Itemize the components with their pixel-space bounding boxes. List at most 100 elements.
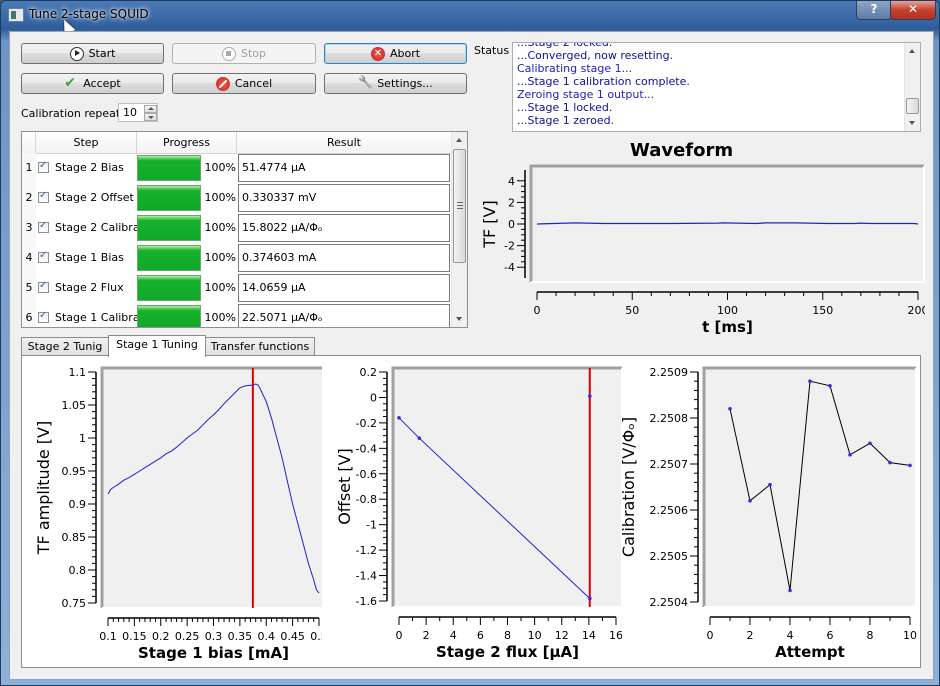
data-point bbox=[908, 463, 912, 468]
x-tick-label: 0 bbox=[396, 629, 403, 642]
stop-label: Stop bbox=[240, 47, 266, 60]
step-enabled-checkbox[interactable] bbox=[38, 250, 49, 263]
x-tick-label: 0.35 bbox=[228, 630, 253, 643]
result-field[interactable]: 14.0659 µA bbox=[238, 274, 450, 302]
status-line: Calibrating stage 1... bbox=[517, 62, 633, 75]
start-button[interactable]: Start bbox=[21, 43, 164, 64]
title-bar[interactable]: Tune 2-stage SQUID ? ✕ bbox=[1, 1, 939, 35]
progress-bar bbox=[137, 215, 201, 241]
data-point bbox=[808, 379, 812, 383]
app-icon bbox=[8, 8, 24, 22]
stop-icon bbox=[221, 46, 236, 61]
step-enabled-checkbox[interactable] bbox=[38, 190, 49, 203]
scroll-up-arrow-icon[interactable] bbox=[452, 132, 467, 148]
status-line: Zeroing stage 1 output... bbox=[517, 88, 655, 101]
table-row[interactable]: 1 Stage 2 Bias 100%51.4774 µA bbox=[22, 153, 452, 183]
y-tick-label: 0.8 bbox=[69, 564, 87, 577]
table-row[interactable]: 2 Stage 2 Offset V 100%0.330337 mV bbox=[22, 183, 452, 213]
progress-percent: 100% bbox=[204, 281, 236, 294]
row-number[interactable]: 1 bbox=[22, 153, 36, 183]
row-number[interactable]: 3 bbox=[22, 213, 36, 243]
calibration-repeats-value[interactable]: 10 bbox=[123, 106, 137, 119]
step-name: Stage 2 Bias bbox=[55, 161, 124, 174]
y-axis-label: Calibration [V/Φₒ] bbox=[619, 417, 638, 557]
x-tick-label: 200 bbox=[908, 304, 926, 317]
x-tick-label: 0.25 bbox=[175, 630, 200, 643]
result-field[interactable]: 51.4774 µA bbox=[238, 154, 450, 182]
cancel-button[interactable]: Cancel bbox=[172, 73, 316, 94]
scroll-up-arrow-icon[interactable] bbox=[905, 43, 920, 59]
data-point bbox=[748, 499, 752, 503]
progress-bar bbox=[137, 275, 201, 301]
spin-down-arrow-icon[interactable] bbox=[144, 113, 157, 121]
y-tick-label: 2.2506 bbox=[650, 504, 689, 517]
x-tick-label: 14 bbox=[582, 629, 596, 642]
help-button[interactable]: ? bbox=[856, 1, 892, 20]
x-tick-label: 10 bbox=[528, 629, 542, 642]
column-header-progress[interactable]: Progress bbox=[137, 132, 237, 153]
column-header-result[interactable]: Result bbox=[237, 132, 452, 153]
row-number[interactable]: 6 bbox=[22, 303, 36, 327]
progress-percent: 100% bbox=[204, 221, 236, 234]
accept-button[interactable]: Accept bbox=[21, 73, 164, 94]
data-point bbox=[417, 436, 422, 440]
data-point bbox=[788, 588, 792, 593]
result-field[interactable]: 15.8022 µA/Φₒ bbox=[238, 214, 450, 242]
close-button[interactable]: ✕ bbox=[890, 1, 936, 20]
result-field[interactable]: 0.374603 mA bbox=[238, 244, 450, 272]
step-name: Stage 2 Offset V bbox=[55, 191, 137, 204]
calibration-repeats-spinbox[interactable]: 10 bbox=[118, 103, 158, 122]
progress-percent: 100% bbox=[204, 161, 236, 174]
y-tick-label: 0 bbox=[370, 391, 377, 404]
stop-button[interactable]: Stop bbox=[172, 43, 316, 64]
step-enabled-checkbox[interactable] bbox=[38, 310, 49, 323]
result-field[interactable]: 22.5071 µA/Φₒ bbox=[238, 304, 450, 327]
step-name: Stage 1 Calibration bbox=[55, 311, 137, 324]
row-number[interactable]: 5 bbox=[22, 273, 36, 303]
x-axis-label: Stage 2 flux [µA] bbox=[436, 643, 579, 661]
y-tick-label: 0.75 bbox=[62, 597, 87, 610]
table-row[interactable]: 6 Stage 1 Calibration 100%22.5071 µA/Φₒ bbox=[22, 303, 452, 327]
tab-stage2-tuning[interactable]: Stage 2 Tunig bbox=[21, 337, 109, 356]
step-enabled-checkbox[interactable] bbox=[38, 280, 49, 293]
x-tick-label: 6 bbox=[477, 629, 484, 642]
cancel-icon bbox=[215, 76, 230, 91]
abort-button[interactable]: Abort bbox=[324, 43, 467, 64]
row-number[interactable]: 2 bbox=[22, 183, 36, 213]
x-tick-label: 10 bbox=[903, 629, 917, 642]
step-name: Stage 2 Calibration bbox=[55, 221, 137, 234]
data-point bbox=[768, 482, 772, 487]
scroll-down-arrow-icon[interactable] bbox=[905, 115, 920, 131]
table-row[interactable]: 5 Stage 2 Flux 100%14.0659 µA bbox=[22, 273, 452, 303]
y-tick-label: -0.4 bbox=[356, 442, 377, 455]
play-icon bbox=[69, 46, 84, 61]
data-point bbox=[588, 394, 592, 398]
step-enabled-checkbox[interactable] bbox=[38, 220, 49, 233]
tab-transfer-functions[interactable]: Transfer functions bbox=[205, 337, 315, 356]
step-enabled-checkbox[interactable] bbox=[38, 160, 49, 173]
y-tick-label: 2.2509 bbox=[650, 366, 689, 379]
settings-button[interactable]: Settings... bbox=[324, 73, 467, 94]
y-tick-label: -4 bbox=[504, 261, 515, 274]
stage1-bias-chart: 0.75 0.8 0.85 0.9 0.95 1 1.05 1.1 0.1 0.15 0.2 0.25… bbox=[34, 366, 322, 662]
progress-bar bbox=[137, 155, 201, 181]
status-log[interactable]: ...Stage 2 locked. ...Converged, now rese… bbox=[512, 42, 921, 132]
y-tick-label: -1.2 bbox=[356, 544, 377, 557]
table-row[interactable]: 3 Stage 2 Calibration 100%15.8022 µA/Φₒ bbox=[22, 213, 452, 243]
tab-stage1-tuning[interactable]: Stage 1 Tuning bbox=[108, 335, 206, 357]
row-number[interactable]: 4 bbox=[22, 243, 36, 273]
x-tick-label: 2 bbox=[423, 629, 430, 642]
abort-label: Abort bbox=[389, 47, 421, 60]
data-point bbox=[828, 384, 832, 388]
y-tick-label: 1.05 bbox=[62, 399, 87, 412]
result-field[interactable]: 0.330337 mV bbox=[238, 184, 450, 212]
status-line: ...Stage 1 calibration complete. bbox=[517, 75, 690, 88]
spin-up-arrow-icon[interactable] bbox=[144, 105, 157, 113]
step-name: Stage 2 Flux bbox=[55, 281, 124, 294]
status-scrollbar[interactable] bbox=[904, 43, 920, 131]
scrollbar-thumb[interactable] bbox=[906, 98, 919, 114]
x-tick-label: 0.1 bbox=[99, 630, 117, 643]
table-row[interactable]: 4 Stage 1 Bias 100%0.374603 mA bbox=[22, 243, 452, 273]
y-tick-label: -0.8 bbox=[356, 493, 377, 506]
column-header-step[interactable]: Step bbox=[36, 132, 137, 153]
